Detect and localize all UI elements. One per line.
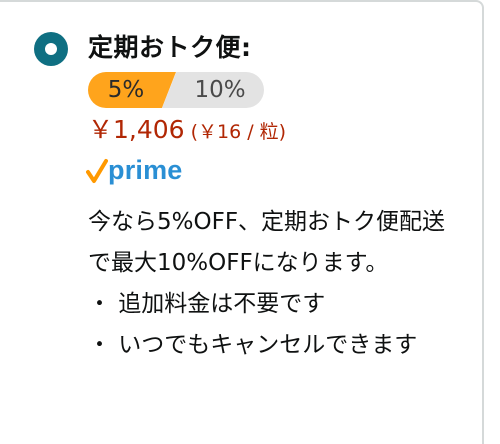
prime-badge: prime: [86, 155, 183, 189]
prime-logo-text: prime: [108, 155, 183, 185]
radio-selected-dot: [45, 43, 57, 55]
subscribe-save-radio-button[interactable]: [34, 32, 68, 66]
subscribe-save-option-card[interactable]: 定期おトク便: 5% 10% ￥1,406 (￥16 / 粒) prime 今なら…: [0, 0, 484, 444]
price-row: ￥1,406 (￥16 / 粒): [88, 112, 286, 148]
description-text: 今なら5%OFF、定期おトク便配送で最大10%OFFになります。: [88, 209, 446, 276]
subscription-price: ￥1,406: [88, 115, 185, 144]
option-description: 今なら5%OFF、定期おトク便配送で最大10%OFFになります。 ・ 追加料金は…: [88, 202, 460, 366]
option-title: 定期おトク便:: [88, 33, 252, 62]
bullet-cancel-anytime: ・ いつでもキャンセルできます: [88, 332, 418, 358]
unit-price: (￥16 / 粒): [190, 121, 287, 143]
discount-tier-5: 5%: [88, 72, 176, 108]
bullet-no-extra-fee: ・ 追加料金は不要です: [88, 291, 326, 317]
prime-check-icon: [86, 159, 108, 183]
discount-tier-10: 10%: [162, 72, 264, 108]
discount-tier-indicator: 5% 10%: [88, 72, 264, 108]
